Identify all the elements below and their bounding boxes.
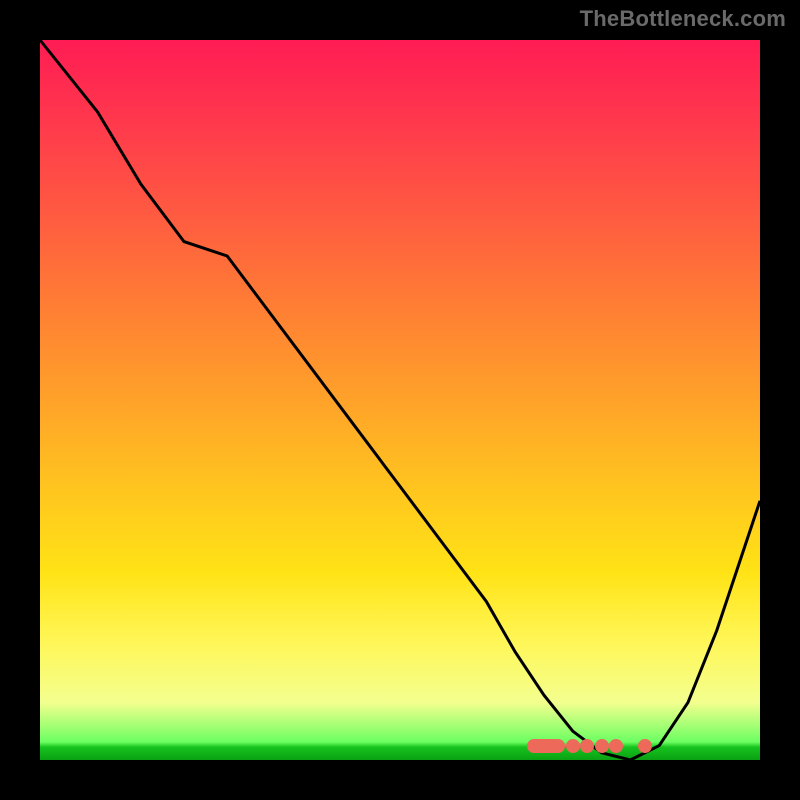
curve-path	[40, 40, 760, 760]
plot-area	[40, 40, 760, 760]
watermark-label: TheBottleneck.com	[580, 6, 786, 32]
chart-frame: TheBottleneck.com	[0, 0, 800, 800]
bottleneck-curve	[40, 40, 760, 760]
